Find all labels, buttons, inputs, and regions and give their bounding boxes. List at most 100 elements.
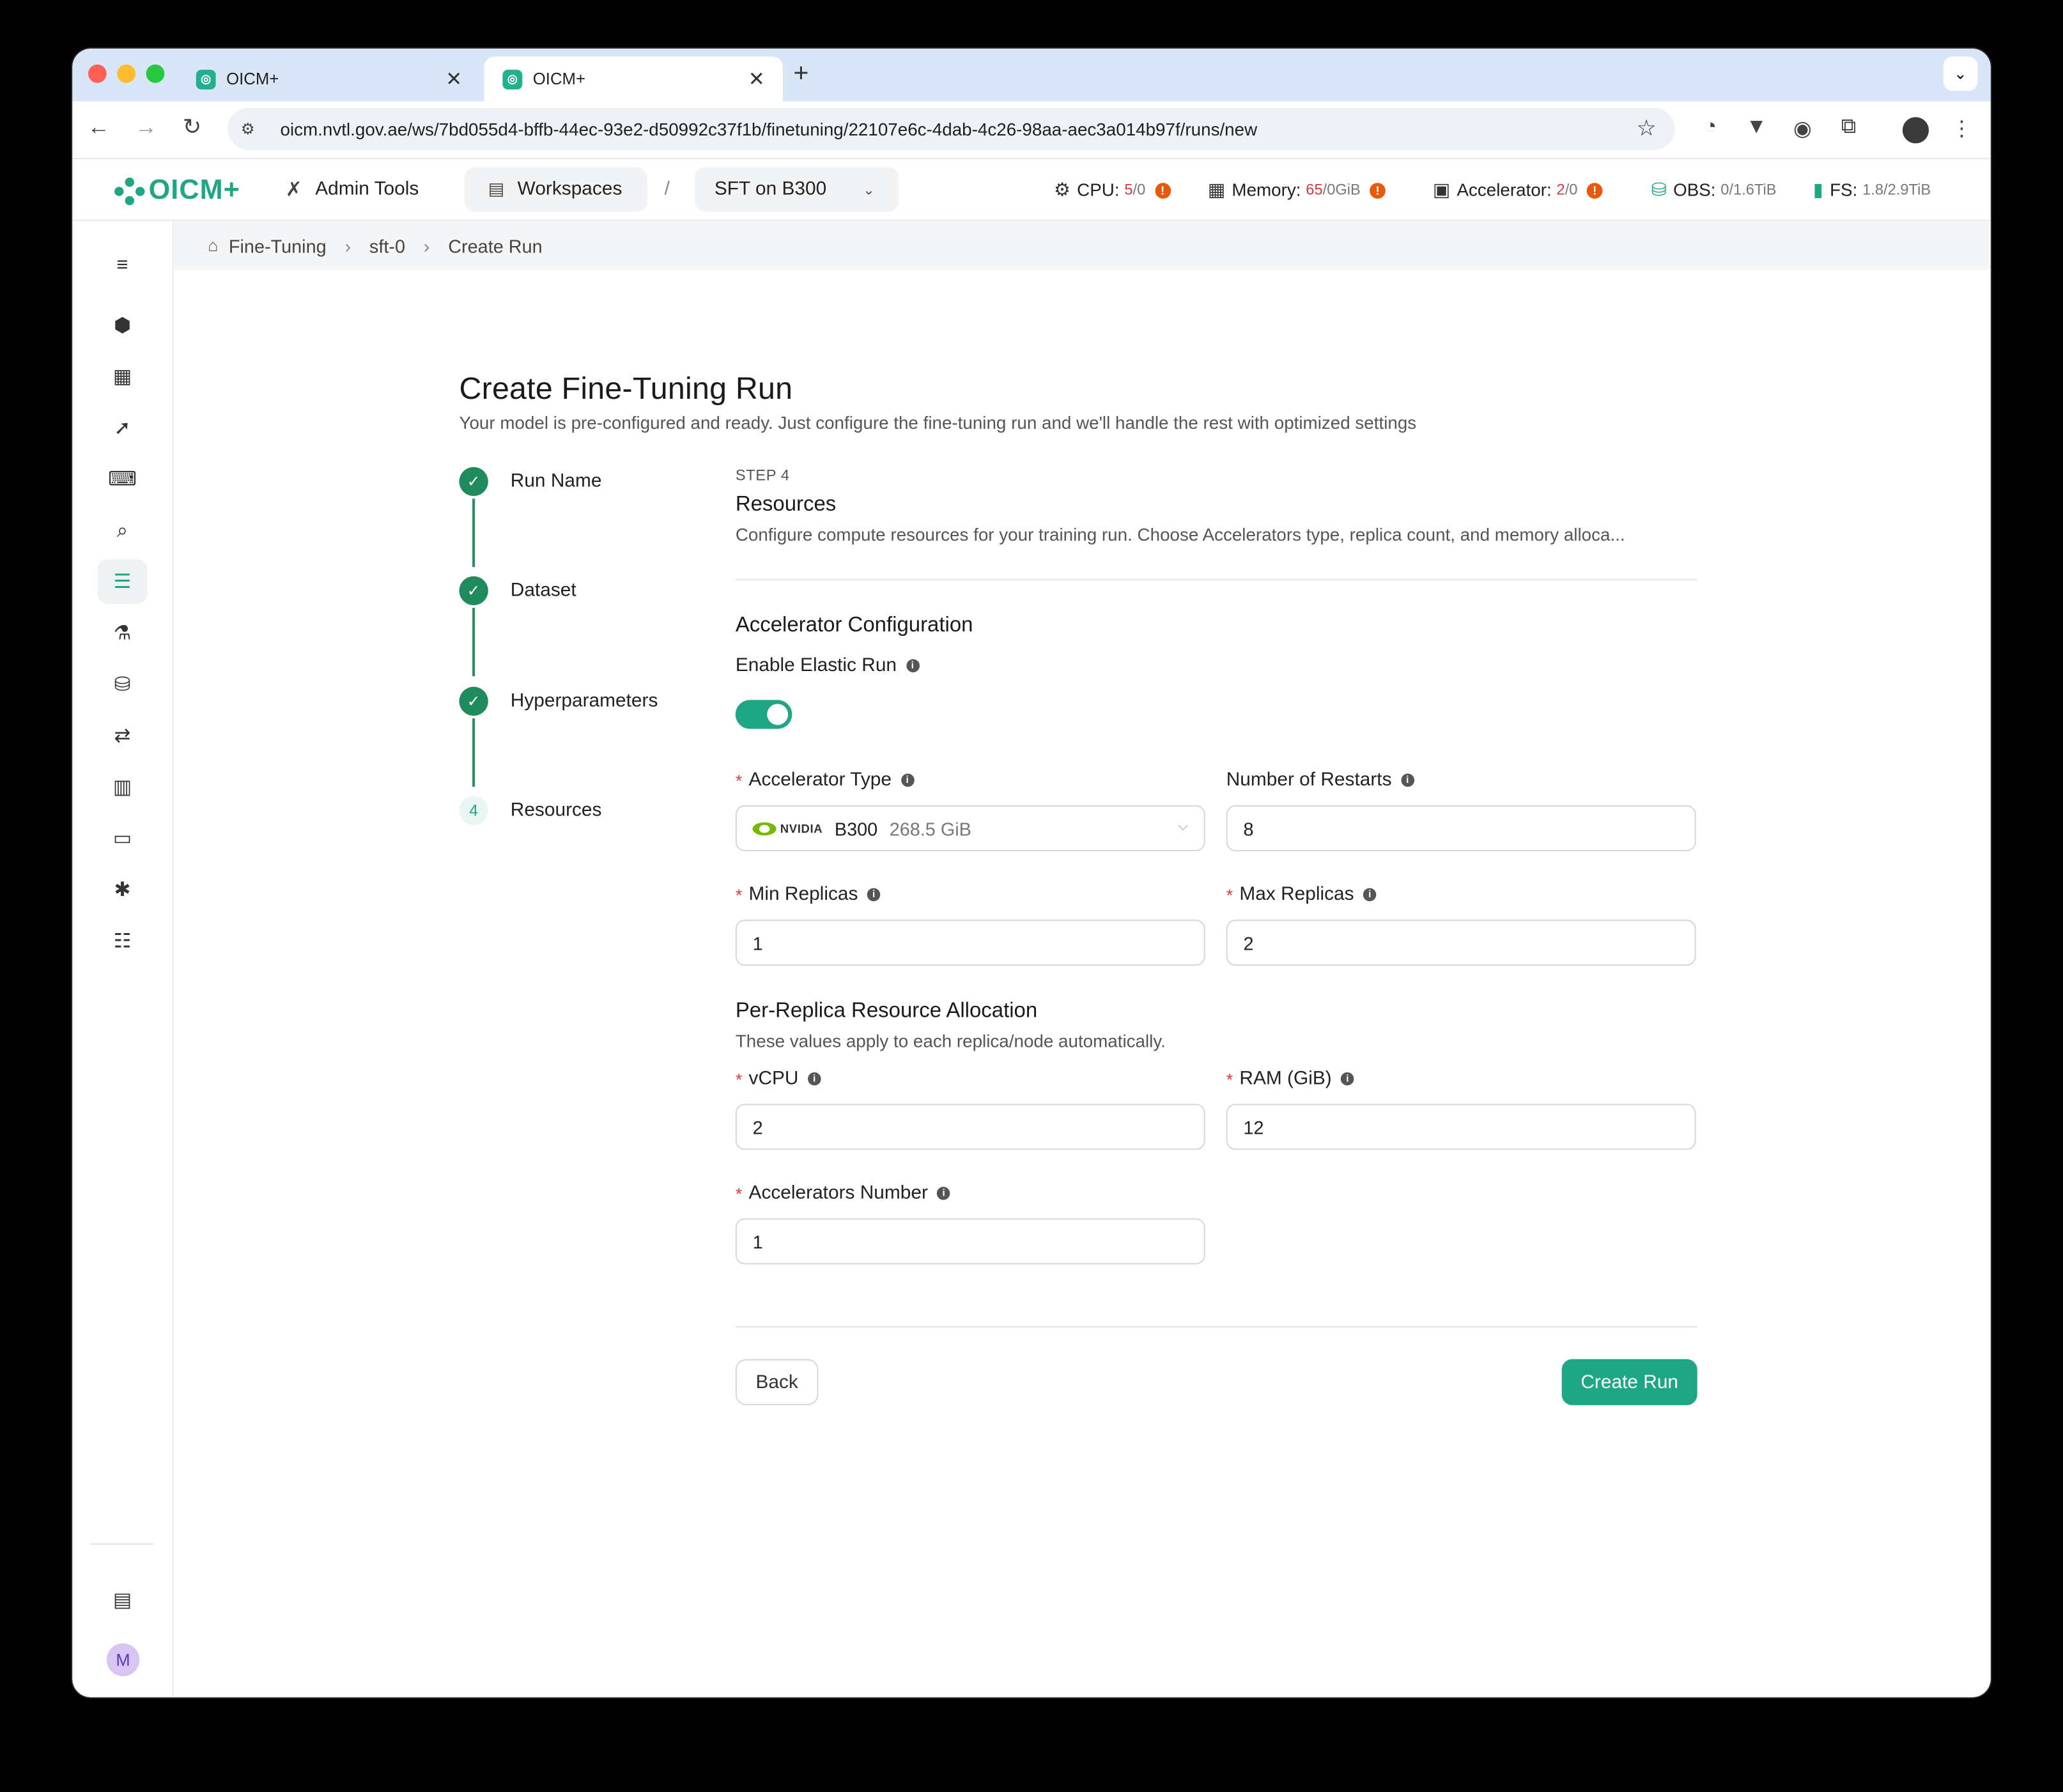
max-replicas-input[interactable]: 2 [1226,920,1696,966]
cpu-icon: ⚙ [1054,178,1070,200]
user-avatar[interactable]: M [106,1643,140,1676]
per-replica-description: These values apply to each replica/node … [735,1031,1166,1051]
accelerator-memory: 268.5 GiB [889,817,971,839]
min-replicas-label: * Min Replicas i [736,884,881,905]
dashboard-icon[interactable]: ▦ [97,354,147,399]
info-icon[interactable]: i [867,888,881,902]
info-icon[interactable]: i [1400,773,1414,787]
nvidia-wordmark: NVIDIA [780,821,823,835]
create-run-button[interactable]: Create Run [1561,1359,1697,1405]
password-extension-icon[interactable]: ◉ [1788,116,1817,142]
workspaces-button[interactable]: ▤ Workspaces [464,167,647,212]
back-arrow-icon[interactable]: ← [83,114,114,141]
breadcrumb-run[interactable]: sft-0 [369,235,405,256]
oicm-logo[interactable]: OICM+ [112,174,240,208]
obs-value: 0/1.6TiB [1720,182,1777,198]
site-settings-icon[interactable]: ⚙ [241,120,265,138]
accelerator-usage[interactable]: ▣ Accelerator: 2/0 ! [1433,179,1603,201]
step-dataset[interactable]: ✓ Dataset [459,576,576,606]
accelerator-type-select[interactable]: NVIDIA B300 268.5 GiB ⌵ [735,805,1205,851]
accelerator-warning-icon: ! [1586,182,1603,198]
accelerator-total: /0 [1565,182,1578,198]
breadcrumb-finetuning[interactable]: Fine-Tuning [229,235,327,256]
browser-tab-1[interactable]: ◎ OICM+ ✕ [178,57,481,102]
cpu-usage[interactable]: ⚙ CPU: 5/0 ! [1054,178,1171,201]
browser-tab-2[interactable]: ◎ OICM+ ✕ [484,56,783,102]
vuejs-extension-icon[interactable]: ▼ [1742,116,1771,139]
storage-icon[interactable]: ▭ [97,815,147,860]
settings-gear-icon[interactable]: ✱ [97,867,147,912]
url-field[interactable]: ⚙ oicm.nvtl.gov.ae/ws/7bd055d4-bffb-44ec… [228,107,1675,150]
accelerator-type-label: * Accelerator Type i [736,769,914,791]
extensions-puzzle-icon[interactable]: ⧉ [1834,116,1863,139]
accelerator-config-title: Accelerator Configuration [735,614,973,637]
maximize-window-button[interactable] [146,64,165,83]
forward-arrow-icon[interactable]: → [130,114,162,141]
step-resources[interactable]: 4 Resources [459,796,601,825]
server-transfer-icon[interactable]: ⇄ [97,713,147,758]
database-icon[interactable]: ⛁ [97,662,147,707]
elastic-run-toggle[interactable] [735,700,792,729]
profile-avatar-icon[interactable] [1902,117,1929,144]
memory-usage[interactable]: ▦ Memory: 65/0GiB ! [1208,179,1386,201]
info-icon[interactable]: i [900,773,914,787]
home-icon[interactable]: ⌂ [208,236,218,256]
info-icon[interactable]: i [937,1186,950,1200]
close-tab-icon[interactable]: ✕ [746,67,767,91]
breadcrumb: ⌂ Fine-Tuning › sft-0 › Create Run [173,220,1991,270]
finetuning-sliders-icon[interactable]: ☰ [97,559,148,604]
min-replicas-input[interactable]: 1 [735,920,1205,966]
header-separator: / [664,178,670,200]
flask-icon[interactable]: ⚗ [97,610,147,655]
extension-icon[interactable]: ◔ [1696,116,1725,139]
divider [735,1326,1697,1328]
browser-menu-icon[interactable]: ⋮ [1947,116,1976,142]
close-window-button[interactable] [88,64,107,83]
list-icon[interactable]: ☷ [97,918,147,963]
fs-usage[interactable]: ▮ FS: 1.8/2.9TiB [1813,179,1931,201]
models-cube-icon[interactable]: ⬢ [97,303,147,348]
back-button[interactable]: Back [735,1359,819,1405]
max-replicas-label: * Max Replicas i [1226,884,1377,905]
accelerator-type-text: Accelerator Type [748,769,892,791]
tab-search-icon[interactable]: ⌄ [1943,56,1978,91]
step-label: Resources [510,799,602,821]
info-icon[interactable]: i [906,659,920,672]
obs-usage[interactable]: ⛁ OBS: 0/1.6TiB [1651,179,1777,201]
analytics-icon[interactable]: ⌕ [97,508,147,553]
vcpu-input[interactable]: 2 [735,1104,1205,1150]
minimize-window-button[interactable] [117,64,136,83]
docs-book-icon[interactable]: ▤ [97,1577,147,1622]
step-label: Hyperparameters [510,690,658,712]
admin-tools-label: Admin Tools [315,178,419,200]
step-run-name[interactable]: ✓ Run Name [459,467,601,497]
close-tab-icon[interactable]: ✕ [444,67,465,91]
workspace-select[interactable]: SFT on B300 ⌄ [694,167,899,212]
fs-label: FS: [1830,180,1858,200]
accelerators-number-input[interactable]: 1 [735,1218,1205,1265]
restarts-input[interactable]: 8 [1226,805,1696,851]
check-icon: ✓ [459,686,488,716]
info-icon[interactable]: i [1363,888,1377,902]
rocket-icon[interactable]: ➚ [97,405,147,450]
tools-icon: ✗ [285,178,302,201]
address-bar: ← → ↻ ⚙ oicm.nvtl.gov.ae/ws/7bd055d4-bff… [72,101,1991,160]
code-icon[interactable]: ⌨ [97,456,147,501]
tab-title: OICM+ [226,70,279,88]
info-icon[interactable]: i [807,1072,821,1086]
max-replicas-text: Max Replicas [1239,884,1354,906]
menu-toggle-icon[interactable]: ≡ [97,242,147,287]
info-icon[interactable]: i [1341,1072,1354,1086]
ram-label: * RAM (GiB) i [1226,1069,1354,1090]
bookmark-star-icon[interactable]: ☆ [1637,116,1657,142]
step-hyperparameters[interactable]: ✓ Hyperparameters [459,686,658,716]
notebook-icon[interactable]: ▥ [97,764,147,809]
admin-tools-button[interactable]: ✗ Admin Tools [272,167,432,212]
new-tab-icon[interactable]: + [793,59,808,89]
reload-icon[interactable]: ↻ [176,114,208,141]
vcpu-text: vCPU [748,1068,799,1090]
toggle-knob [767,704,789,725]
elastic-run-label: Enable Elastic Run i [736,655,920,676]
step-connector [472,718,475,787]
ram-input[interactable]: 12 [1226,1104,1696,1150]
